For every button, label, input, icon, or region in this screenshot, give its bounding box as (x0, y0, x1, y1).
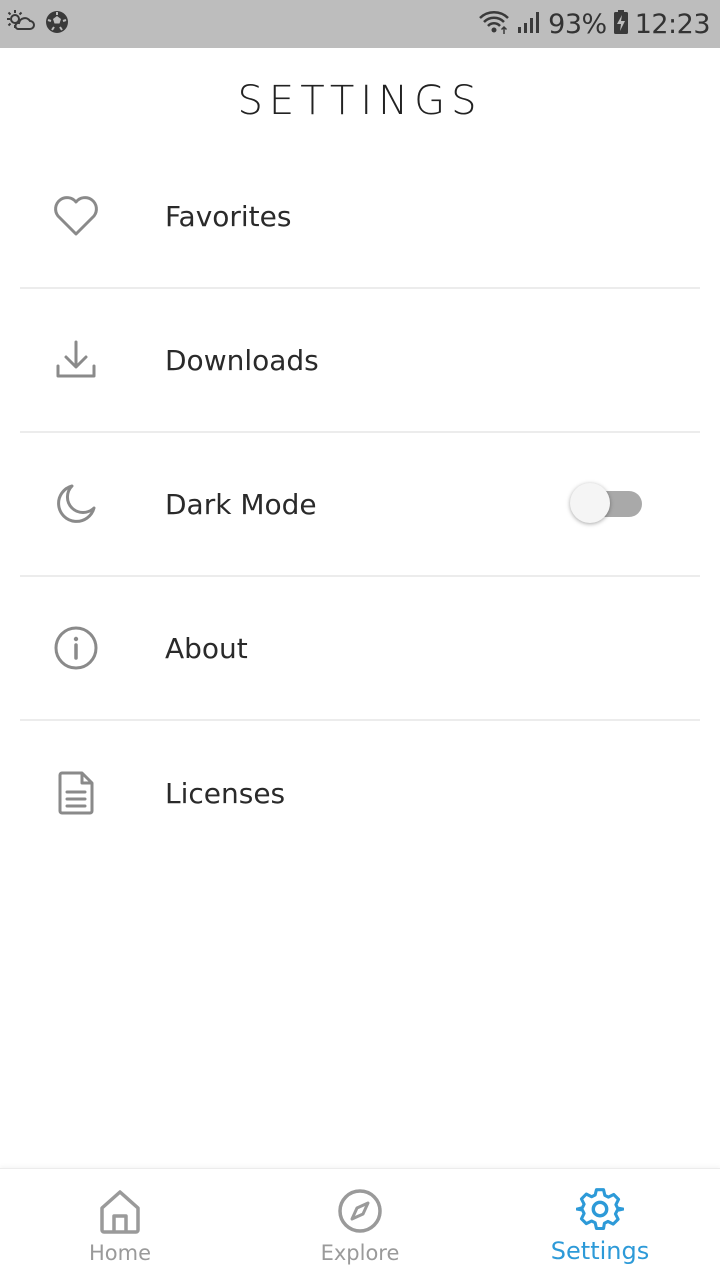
tab-settings[interactable]: Settings (480, 1169, 720, 1280)
compass-icon (336, 1187, 384, 1235)
signal-icon (516, 9, 542, 39)
dark-mode-toggle[interactable] (570, 483, 642, 525)
document-icon (52, 769, 100, 817)
soccer-ball-icon (44, 9, 78, 39)
heart-icon (52, 192, 100, 240)
battery-charging-icon (613, 9, 629, 39)
settings-item-label: Licenses (165, 776, 286, 810)
settings-item-downloads[interactable]: Downloads (20, 289, 700, 433)
gear-icon (576, 1187, 624, 1235)
settings-item-favorites[interactable]: Favorites (20, 145, 700, 289)
download-icon (52, 336, 100, 384)
tab-label: Explore (320, 1241, 400, 1265)
battery-percent: 93% (548, 8, 607, 40)
status-bar: 93% 12:23 (0, 0, 720, 48)
bottom-nav: Home Explore Settings (0, 1168, 720, 1280)
settings-item-label: Dark Mode (165, 487, 317, 521)
moon-icon (52, 480, 100, 528)
weather-icon (6, 9, 44, 39)
tab-home[interactable]: Home (0, 1169, 240, 1280)
info-icon (52, 624, 100, 672)
settings-list: Favorites Downloads Dark Mode About Lice… (20, 145, 700, 865)
home-icon (96, 1187, 144, 1235)
status-right: 93% 12:23 (472, 8, 711, 40)
page-title: SETTINGS (237, 78, 483, 124)
wifi-icon (478, 9, 510, 39)
tab-explore[interactable]: Explore (240, 1169, 480, 1280)
settings-item-label: Favorites (165, 199, 292, 233)
tab-label: Home (88, 1241, 151, 1265)
settings-item-licenses[interactable]: Licenses (20, 721, 700, 865)
tab-label: Settings (550, 1237, 650, 1265)
settings-item-label: Downloads (165, 343, 319, 377)
settings-item-about[interactable]: About (20, 577, 700, 721)
toggle-thumb (570, 483, 610, 523)
settings-item-dark-mode[interactable]: Dark Mode (20, 433, 700, 577)
status-left (6, 9, 78, 39)
clock: 12:23 (634, 8, 711, 40)
settings-item-label: About (165, 631, 248, 665)
